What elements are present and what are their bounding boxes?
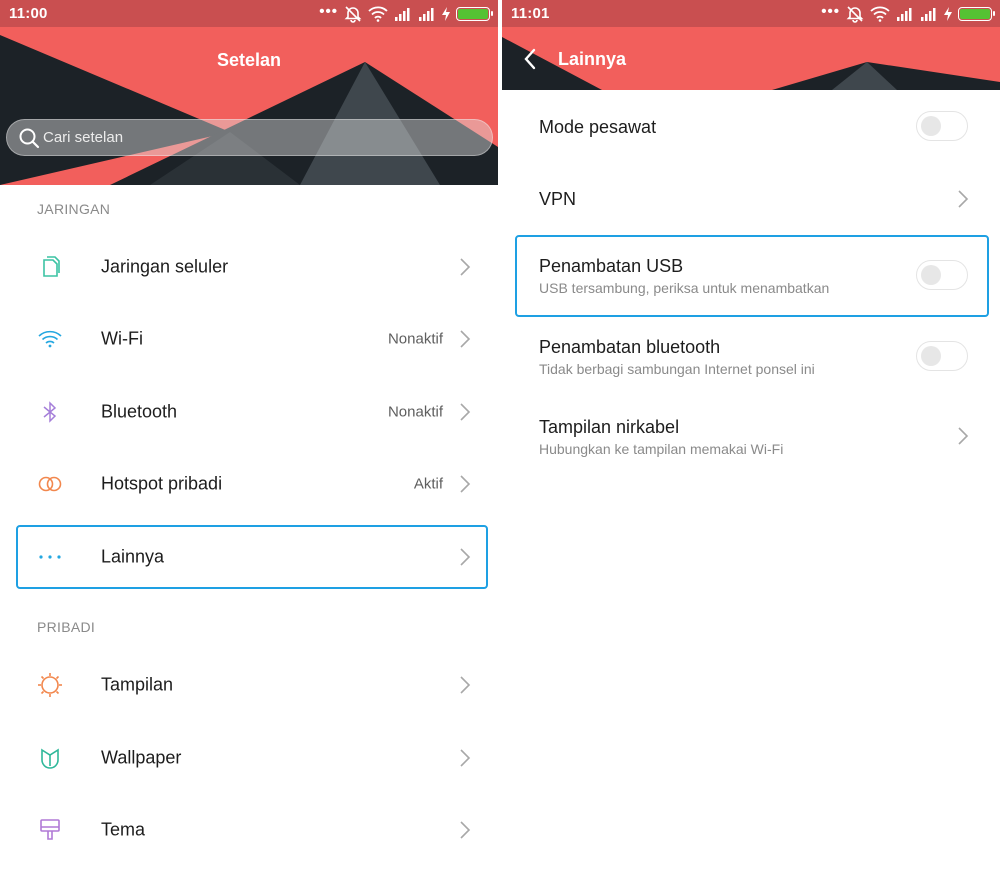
notification-dots-icon: ••• (319, 2, 338, 20)
back-arrow-icon[interactable] (522, 47, 538, 71)
charging-icon (442, 7, 450, 21)
chevron-right-icon (957, 426, 969, 446)
signal-icon (896, 7, 914, 21)
bluetooth-tethering-item[interactable]: Penambatan bluetooth Tidak berbagi sambu… (502, 317, 1000, 397)
airplane-mode-label: Mode pesawat (539, 117, 657, 137)
settings-item-value: Nonaktif (387, 330, 443, 348)
settings-item-label: Bluetooth (101, 401, 178, 422)
silent-bell-icon (344, 5, 362, 23)
settings-item-label: Wallpaper (101, 747, 182, 768)
highlight-box (515, 235, 989, 317)
status-icons: ••• (319, 2, 493, 24)
settings-header: Setelan (0, 27, 498, 185)
status-time: 11:00 (9, 5, 48, 22)
settings-item-mobile-network[interactable]: Jaringan seluler (0, 231, 498, 303)
more-header: Lainnya (502, 27, 1000, 90)
wifi-status-icon (870, 6, 890, 22)
chevron-right-icon (459, 329, 471, 349)
battery-icon (456, 7, 493, 21)
charging-icon (944, 7, 952, 21)
settings-screen: 11:00 ••• Setelan Cari setelan JARINGAN … (0, 0, 498, 886)
vpn-label: VPN (539, 189, 577, 209)
chevron-right-icon (459, 675, 471, 695)
search-icon (18, 127, 40, 149)
wireless-display-subtitle: Hubungkan ke tampilan memakai Wi-Fi (539, 441, 784, 457)
settings-item-label: Tema (101, 819, 146, 840)
search-bar[interactable] (6, 119, 493, 156)
settings-item-value: Nonaktif (387, 403, 443, 421)
wallpaper-icon (37, 745, 63, 771)
more-settings-screen: 11:01 ••• Lainnya Mode pesawat VPN Penam… (502, 0, 1000, 886)
wifi-status-icon (368, 6, 388, 22)
settings-item-label: Wi-Fi (101, 328, 143, 349)
airplane-mode-item[interactable]: Mode pesawat (502, 90, 1000, 162)
settings-item-label: Tampilan (101, 674, 174, 695)
wireless-display-item[interactable]: Tampilan nirkabel Hubungkan ke tampilan … (502, 397, 1000, 477)
chevron-right-icon (459, 402, 471, 422)
airplane-mode-toggle[interactable] (916, 111, 968, 141)
settings-item-theme[interactable]: Tema (0, 794, 498, 866)
page-title: Setelan (216, 50, 282, 70)
settings-item-hotspot[interactable]: Hotspot pribadi Aktif (0, 448, 498, 520)
notification-dots-icon: ••• (821, 2, 840, 20)
bluetooth-tethering-label: Penambatan bluetooth (539, 337, 721, 357)
page-title: Lainnya (558, 49, 627, 69)
silent-bell-icon (846, 5, 864, 23)
display-icon (37, 672, 63, 698)
status-time: 11:01 (511, 5, 550, 22)
chevron-right-icon (459, 748, 471, 768)
settings-item-value: Aktif (413, 475, 443, 493)
theme-brush-icon (37, 817, 63, 843)
signal-icon-2 (920, 7, 938, 21)
bluetooth-icon (37, 399, 63, 425)
status-bar: 11:00 ••• (0, 0, 498, 27)
chevron-right-icon (459, 474, 471, 494)
settings-item-wifi[interactable]: Wi-Fi Nonaktif (0, 303, 498, 375)
settings-item-display[interactable]: Tampilan (0, 649, 498, 721)
settings-item-label: Jaringan seluler (101, 256, 229, 277)
section-label-pribadi: PRIBADI (37, 619, 96, 635)
search-input[interactable] (43, 129, 463, 146)
bluetooth-tethering-toggle[interactable] (916, 341, 968, 371)
chevron-right-icon (459, 820, 471, 840)
wireless-display-label: Tampilan nirkabel (539, 417, 680, 437)
section-label-jaringan: JARINGAN (37, 201, 111, 217)
status-bar: 11:01 ••• (502, 0, 1000, 27)
highlight-box (16, 525, 488, 589)
hotspot-icon (37, 471, 63, 497)
status-icons: ••• (821, 2, 995, 24)
signal-icon-2 (418, 7, 436, 21)
chevron-right-icon (459, 257, 471, 277)
settings-item-bluetooth[interactable]: Bluetooth Nonaktif (0, 376, 498, 448)
signal-icon (394, 7, 412, 21)
battery-icon (958, 7, 995, 21)
vpn-item[interactable]: VPN (502, 162, 1000, 234)
bluetooth-tethering-subtitle: Tidak berbagi sambungan Internet ponsel … (539, 361, 815, 377)
chevron-right-icon (957, 189, 969, 209)
settings-item-wallpaper[interactable]: Wallpaper (0, 722, 498, 794)
sim-card-icon (37, 254, 63, 280)
settings-item-label: Hotspot pribadi (101, 473, 223, 494)
wifi-icon (37, 326, 63, 352)
